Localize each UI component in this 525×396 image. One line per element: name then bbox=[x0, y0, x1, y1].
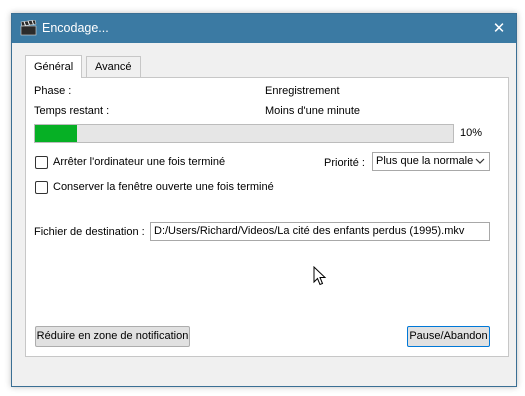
destination-value: D:/Users/Richard/Videos/La cité des enfa… bbox=[154, 225, 465, 237]
pause-abort-label: Pause/Abandon bbox=[409, 330, 488, 342]
window-title: Encodage... bbox=[42, 21, 109, 35]
minimize-to-tray-button[interactable]: Réduire en zone de notification bbox=[35, 326, 190, 347]
keep-open-label[interactable]: Conserver la fenêtre ouverte une fois te… bbox=[53, 181, 274, 193]
pause-abort-button[interactable]: Pause/Abandon bbox=[407, 326, 490, 347]
mouse-cursor-icon bbox=[313, 266, 327, 286]
time-remaining-label: Temps restant : bbox=[34, 105, 110, 117]
keep-open-checkbox[interactable] bbox=[35, 181, 48, 194]
priority-label: Priorité : bbox=[324, 157, 365, 169]
priority-select[interactable]: Plus que la normale bbox=[372, 152, 490, 171]
general-panel: Phase : Enregistrement Temps restant : M… bbox=[25, 77, 509, 357]
tab-general[interactable]: Général bbox=[25, 55, 83, 78]
chevron-down-icon bbox=[475, 158, 485, 164]
progress-fill bbox=[35, 125, 77, 142]
phase-label: Phase : bbox=[34, 85, 72, 97]
encoding-dialog: Encodage... ✕ Général Avancé Phase : Enr… bbox=[11, 13, 517, 387]
destination-field[interactable]: D:/Users/Richard/Videos/La cité des enfa… bbox=[150, 222, 490, 241]
progress-bar bbox=[34, 124, 454, 143]
tab-general-label: Général bbox=[34, 61, 74, 73]
clapperboard-icon bbox=[20, 20, 37, 36]
tab-advanced-label: Avancé bbox=[95, 61, 132, 73]
tab-advanced[interactable]: Avancé bbox=[86, 56, 141, 78]
phase-value: Enregistrement bbox=[265, 85, 340, 97]
destination-label: Fichier de destination : bbox=[34, 226, 145, 238]
shutdown-label[interactable]: Arrêter l'ordinateur une fois terminé bbox=[53, 156, 225, 168]
priority-select-value: Plus que la normale bbox=[376, 155, 474, 167]
title-bar[interactable]: Encodage... ✕ bbox=[12, 14, 516, 43]
progress-percent: 10% bbox=[460, 127, 483, 139]
close-button[interactable]: ✕ bbox=[482, 14, 516, 43]
close-icon: ✕ bbox=[492, 20, 506, 37]
time-remaining-value: Moins d'une minute bbox=[265, 105, 361, 117]
minimize-to-tray-label: Réduire en zone de notification bbox=[36, 330, 189, 342]
shutdown-checkbox[interactable] bbox=[35, 156, 48, 169]
